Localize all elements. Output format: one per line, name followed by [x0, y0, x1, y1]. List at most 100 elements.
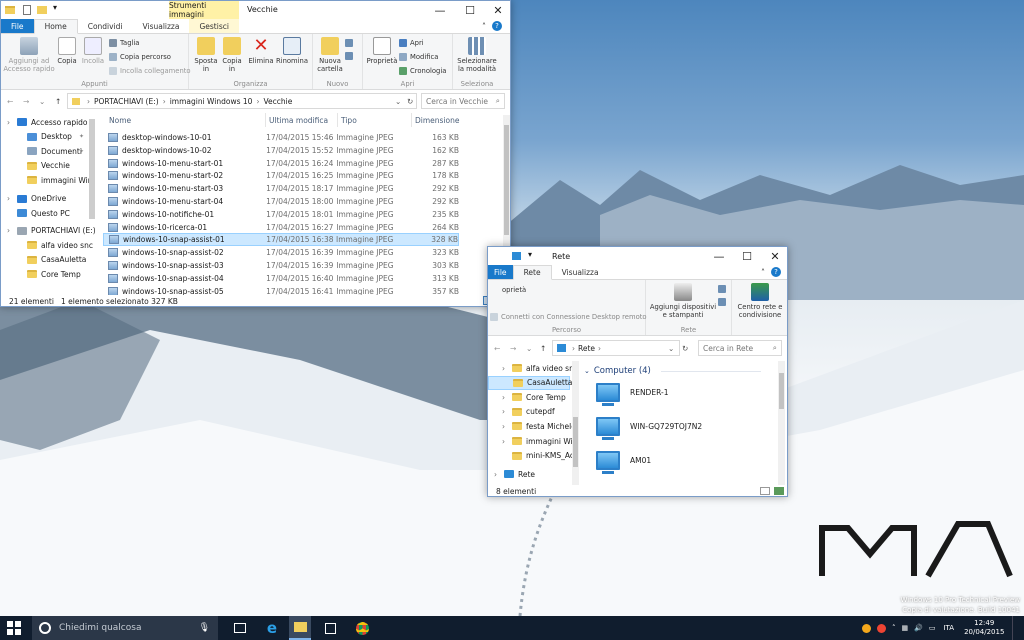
titlebar[interactable]: ▾ Rete — ☐ ✕ [488, 247, 787, 265]
nav-item[interactable]: Vecchie [1, 159, 99, 173]
minimize-button[interactable]: — [704, 247, 734, 265]
tab-gestisci[interactable]: Gestisci [189, 19, 239, 33]
nav-item[interactable]: › immagini Win [488, 434, 577, 448]
nav-item[interactable]: › cutepdf [488, 405, 570, 419]
file-row[interactable]: windows-10-snap-assist-04 17/04/2015 16:4… [103, 272, 459, 285]
add-devices-button[interactable]: Aggiungi dispositivi e stampanti [648, 283, 718, 319]
nav-item[interactable]: CasaAuletta [488, 375, 572, 390]
start-windows-icon[interactable] [6, 620, 22, 636]
qat-new-folder-icon[interactable] [37, 6, 47, 14]
properties-button[interactable]: Proprietà [365, 37, 399, 65]
language-indicator[interactable]: ITA [943, 624, 954, 632]
copy-path-button[interactable]: Copia percorso [109, 53, 171, 61]
search-box[interactable]: Cerca in Vecchie ⌕ [421, 93, 505, 109]
search-box[interactable]: Cerca in Rete ⌕ [698, 340, 782, 356]
close-button[interactable]: ✕ [760, 247, 787, 265]
expand-chevron-icon[interactable]: › [502, 393, 505, 402]
network-icon[interactable]: ▦ [902, 624, 909, 632]
expand-chevron-icon[interactable]: › [494, 470, 497, 479]
refresh-icon[interactable]: ↻ [682, 344, 688, 353]
file-row[interactable]: windows-10-menu-start-04 17/04/2015 18:00… [103, 195, 459, 208]
media-devices-button[interactable] [718, 285, 726, 293]
scrollbar-thumb[interactable] [779, 373, 784, 409]
nav-item[interactable]: Desktop ✦ [1, 130, 99, 144]
up-icon[interactable]: ↑ [540, 344, 546, 353]
nav-item[interactable]: › alfa video snc [488, 361, 578, 375]
qat-properties-icon[interactable] [23, 5, 31, 15]
file-row[interactable]: windows-10-menu-start-01 17/04/2015 16:24… [103, 157, 459, 170]
expand-chevron-icon[interactable]: › [7, 194, 10, 203]
computer-item[interactable]: RENDER-1 [596, 383, 668, 406]
edge-browser-icon[interactable]: e [264, 619, 280, 637]
paste-button[interactable]: Incolla [81, 37, 105, 65]
microphone-icon[interactable]: 🎙 [199, 623, 210, 633]
rename-button[interactable]: Rinomina [275, 37, 309, 65]
expand-chevron-icon[interactable]: › [502, 364, 505, 373]
copy-button[interactable]: Copia [55, 37, 79, 65]
cortana-search-box[interactable]: Chiedimi qualcosa 🎙 [32, 616, 218, 640]
nav-item[interactable]: Questo PC [1, 206, 99, 220]
new-item-button[interactable] [345, 39, 353, 47]
explorer-window-rete[interactable]: ▾ Rete — ☐ ✕ File Rete Visualizza ˄ ? op… [487, 246, 788, 497]
nav-scrollbar[interactable] [89, 119, 95, 219]
up-icon[interactable]: ↑ [55, 97, 61, 106]
tray-app2-icon[interactable] [877, 623, 886, 633]
column-size[interactable]: Dimensione [415, 116, 459, 125]
nav-item[interactable]: › PORTACHIAVI (E:) [1, 224, 99, 238]
select-mode-button[interactable]: Selezionare la modalità [453, 37, 501, 73]
pin-quick-access-button[interactable]: Aggiungi ad Accesso rapido [3, 37, 55, 73]
qat-dropdown-icon[interactable]: ▾ [53, 3, 57, 12]
remote-desktop-button[interactable]: Connetti con Connessione Desktop remoto [490, 313, 647, 321]
edit-button[interactable]: Modifica [399, 53, 438, 61]
store-icon[interactable] [322, 620, 338, 636]
help-icon[interactable]: ? [771, 267, 781, 277]
tab-file[interactable]: File [1, 19, 34, 33]
minimize-button[interactable]: — [425, 1, 455, 19]
copy-to-button[interactable]: Copia in [219, 37, 245, 73]
address-bar[interactable]: › Rete › [552, 340, 680, 356]
recent-dropdown-icon[interactable]: ⌄ [526, 344, 532, 353]
ribbon-collapse-icon[interactable]: ˄ [761, 268, 765, 277]
group-header-computer[interactable]: ⌄ Computer (4) [584, 366, 761, 376]
search-input[interactable]: Chiedimi qualcosa [59, 623, 141, 633]
address-bar[interactable]: › PORTACHIAVI (E:) › immagini Windows 10… [67, 93, 417, 109]
search-input[interactable]: Cerca in Vecchie [426, 97, 488, 106]
close-button[interactable]: ✕ [483, 1, 510, 19]
properties-button[interactable]: oprietà [502, 286, 526, 294]
file-row[interactable]: desktop-windows-10-01 17/04/2015 15:46 Imm… [103, 131, 459, 144]
expand-chevron-icon[interactable]: › [502, 422, 505, 431]
expand-chevron-icon[interactable]: › [7, 118, 10, 127]
nav-item[interactable]: CasaAuletta [1, 253, 99, 267]
chevron-up-icon[interactable]: ˄ [892, 624, 896, 632]
clock[interactable]: 12:49 20/04/2015 [964, 619, 1004, 637]
map-drive-button[interactable] [718, 298, 726, 306]
maximize-button[interactable]: ☐ [732, 247, 762, 265]
open-button[interactable]: Apri [399, 39, 424, 47]
crumb-current[interactable]: Vecchie [263, 97, 292, 106]
cut-button[interactable]: Taglia [109, 39, 139, 47]
network-center-button[interactable]: Centro rete e condivisione [732, 283, 787, 319]
crumb-rete[interactable]: Rete [578, 344, 595, 353]
tab-condividi[interactable]: Condividi [78, 19, 133, 33]
tab-visualizza[interactable]: Visualizza [133, 19, 190, 33]
file-row[interactable]: desktop-windows-10-02 17/04/2015 15:52 Imm… [103, 144, 459, 157]
back-icon[interactable]: ← [7, 97, 13, 106]
refresh-icon[interactable]: ↻ [407, 97, 413, 106]
file-row[interactable]: windows-10-ricerca-01 17/04/2015 16:27 Imm… [103, 221, 459, 234]
tab-file[interactable]: File [488, 265, 513, 279]
scrollbar-thumb[interactable] [504, 125, 509, 235]
easy-access-button[interactable] [345, 52, 353, 60]
recent-dropdown-icon[interactable]: ⌄ [39, 97, 45, 106]
file-row[interactable]: windows-10-snap-assist-02 17/04/2015 16:3… [103, 246, 459, 259]
file-row[interactable]: windows-10-snap-assist-01 17/04/2015 16:3… [103, 233, 459, 247]
crumb-folder[interactable]: immagini Windows 10 [170, 97, 253, 106]
column-type[interactable]: Tipo [341, 116, 357, 125]
file-row[interactable]: windows-10-notifiche-01 17/04/2015 18:01 I… [103, 208, 459, 221]
maximize-button[interactable]: ☐ [455, 1, 485, 19]
network-content[interactable]: ⌄ Computer (4) RENDER-1 WIN-GQ729TOJ7N2 AM… [584, 361, 776, 485]
navigation-pane[interactable]: › Accesso rapido Desktop ✦ Documenti ✦ Vecchie… [1, 113, 99, 293]
explorer-window-vecchie[interactable]: ▾ Strumenti immagini Vecchie — ☐ ✕ File … [0, 0, 511, 307]
tool-tab-strumenti-immagini[interactable]: Strumenti immagini [169, 1, 239, 19]
nav-item[interactable]: › Core Temp [488, 390, 570, 404]
delete-button[interactable]: ✕ Elimina [247, 37, 275, 66]
